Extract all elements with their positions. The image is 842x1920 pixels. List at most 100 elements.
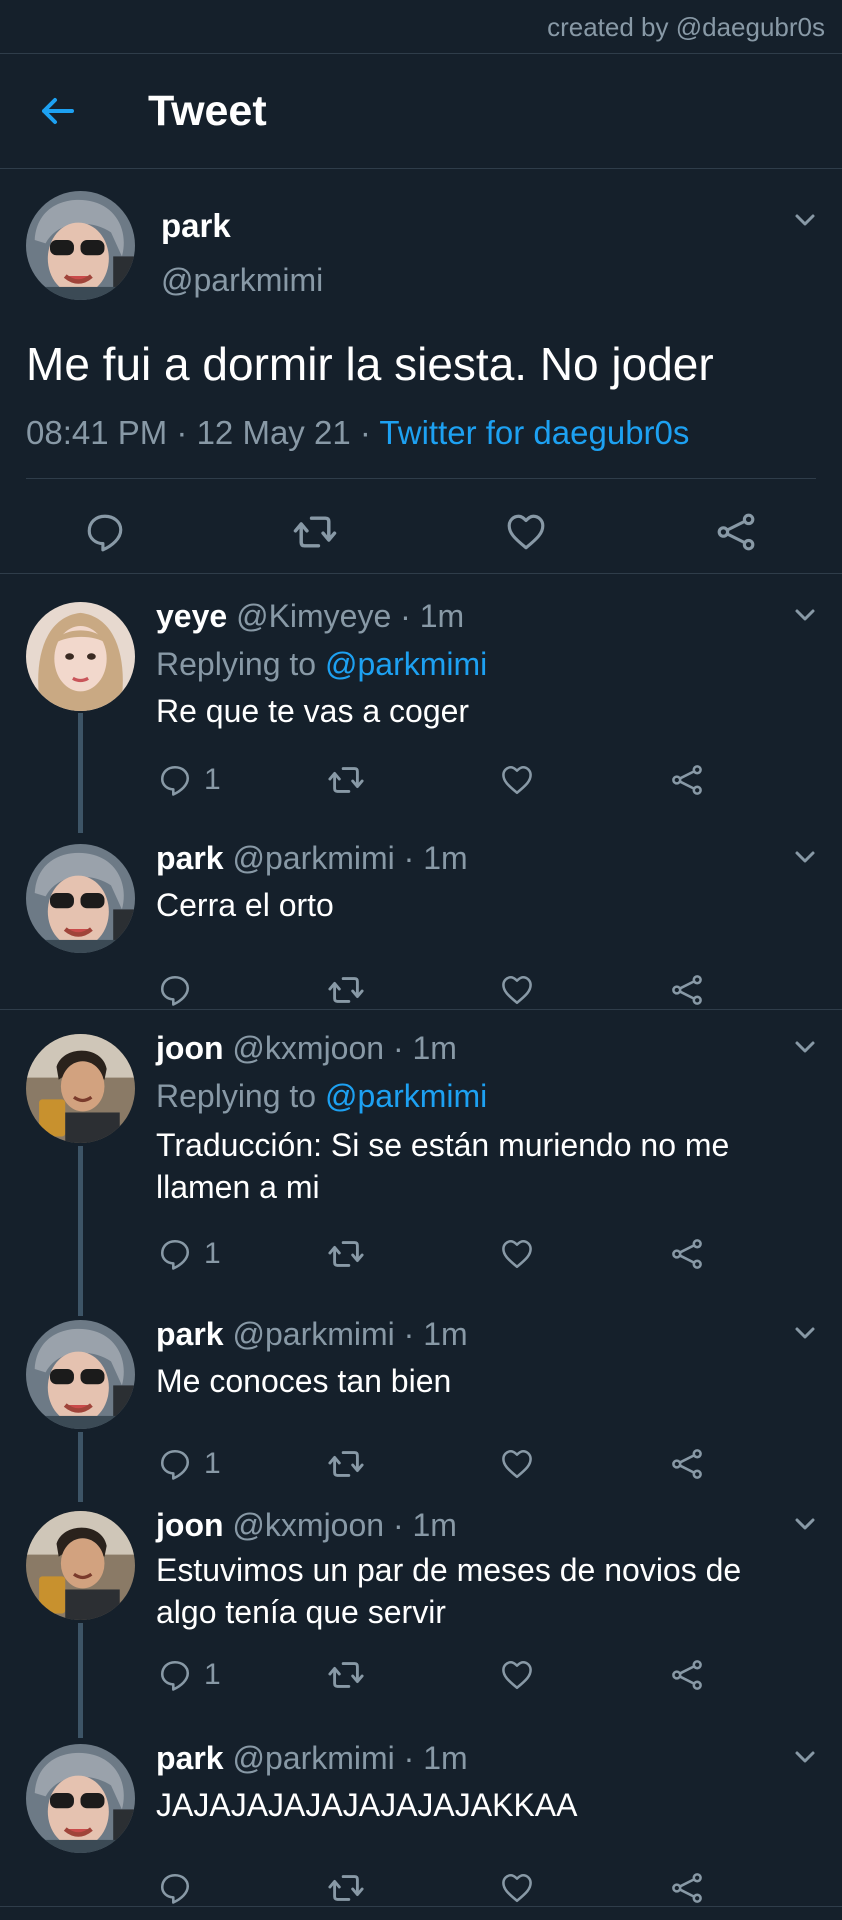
chevron-down-icon[interactable] (790, 1509, 820, 1539)
author-handle[interactable]: @parkmimi (161, 262, 323, 299)
reply-text: Traducción: Si se están muriendo no me l… (156, 1127, 730, 1205)
chevron-down-icon[interactable] (790, 842, 820, 872)
like-button[interactable] (500, 1442, 534, 1486)
author-name[interactable]: park (156, 1316, 224, 1352)
reply-button[interactable]: 1 (158, 1653, 221, 1697)
retweet-button[interactable] (327, 1232, 365, 1276)
reply-count: 1 (204, 1237, 221, 1270)
reply-header: yeye @Kimyeye · 1m (156, 598, 464, 635)
reply-actions: 1 (0, 1653, 842, 1697)
share-icon (670, 1447, 704, 1481)
reply-button[interactable]: 1 (158, 1232, 221, 1276)
credit-watermark: created by @daegubr0s (0, 0, 842, 54)
like-button[interactable] (500, 758, 534, 802)
reply-actions: 1 (0, 758, 842, 802)
author-name[interactable]: park (156, 840, 224, 876)
replying-to-link[interactable]: @parkmimi (325, 1078, 487, 1114)
author-handle[interactable]: @kxmjoon · 1m (232, 1507, 457, 1543)
share-button[interactable] (670, 968, 704, 1012)
like-icon (500, 1871, 534, 1905)
like-icon (500, 1658, 534, 1692)
avatar[interactable] (26, 191, 135, 300)
share-button[interactable] (703, 499, 769, 565)
share-icon (670, 1871, 704, 1905)
reply-button[interactable]: 1 (158, 1442, 221, 1486)
reply-header: joon @kxmjoon · 1m (156, 1507, 457, 1544)
avatar[interactable] (26, 602, 135, 711)
reply-icon (158, 1447, 192, 1481)
reply-text: Cerra el orto (156, 887, 334, 923)
share-button[interactable] (670, 758, 704, 802)
share-button[interactable] (670, 1866, 704, 1910)
like-button[interactable] (500, 1866, 534, 1910)
share-button[interactable] (670, 1232, 704, 1276)
retweet-button[interactable] (327, 1442, 365, 1486)
reply-button[interactable] (72, 499, 138, 565)
retweet-button[interactable] (282, 499, 348, 565)
page-title: Tweet (148, 86, 267, 135)
author-name[interactable]: yeye (156, 598, 227, 634)
avatar[interactable] (26, 1034, 135, 1143)
retweet-button[interactable] (327, 1653, 365, 1697)
retweet-button[interactable] (327, 1866, 365, 1910)
replying-to-link[interactable]: @parkmimi (325, 646, 487, 682)
thread-line (78, 1146, 83, 1316)
avatar[interactable] (26, 844, 135, 953)
like-icon (500, 973, 534, 1007)
author-handle[interactable]: @Kimyeye · 1m (236, 598, 464, 634)
author-name[interactable]: park (156, 1740, 224, 1776)
like-button[interactable] (500, 968, 534, 1012)
reply-icon (158, 973, 192, 1007)
chevron-down-icon[interactable] (790, 1318, 820, 1348)
like-icon (500, 763, 534, 797)
reply-actions: 1 (0, 1232, 842, 1276)
reply-button[interactable]: 1 (158, 758, 221, 802)
author-name[interactable]: joon (156, 1507, 224, 1543)
reply-count: 1 (204, 1447, 221, 1480)
reply-icon (158, 1658, 192, 1692)
reply-icon (158, 1237, 192, 1271)
author-name[interactable]: park (161, 207, 231, 245)
like-button[interactable] (500, 1232, 534, 1276)
author-handle[interactable]: @parkmimi · 1m (232, 840, 467, 876)
reply-text: Re que te vas a coger (156, 693, 470, 729)
like-icon (505, 511, 547, 553)
chevron-down-icon[interactable] (790, 205, 820, 235)
divider (0, 1009, 842, 1010)
reply-text: Estuvimos un par de meses de novios de a… (156, 1552, 742, 1630)
avatar[interactable] (26, 1320, 135, 1429)
author-name[interactable]: joon (156, 1030, 224, 1066)
reply-button[interactable] (158, 1866, 204, 1910)
share-button[interactable] (670, 1442, 704, 1486)
reply-header: park @parkmimi · 1m (156, 1316, 468, 1353)
chevron-down-icon[interactable] (790, 600, 820, 630)
reply-header: joon @kxmjoon · 1m (156, 1030, 457, 1067)
main-tweet: park @parkmimi Me fui a dormir la siesta… (0, 169, 842, 574)
chevron-down-icon[interactable] (790, 1742, 820, 1772)
reply-count: 1 (204, 1658, 221, 1691)
avatar[interactable] (26, 1511, 135, 1620)
replying-to: Replying to @parkmimi (156, 646, 487, 683)
share-icon (670, 763, 704, 797)
tweet-actions (0, 499, 842, 565)
tweet-source-link[interactable]: Twitter for daegubr0s (379, 414, 689, 451)
reply-icon (158, 763, 192, 797)
reply-button[interactable] (158, 968, 204, 1012)
avatar[interactable] (26, 1744, 135, 1853)
like-button[interactable] (500, 1653, 534, 1697)
author-handle[interactable]: @parkmimi · 1m (232, 1740, 467, 1776)
like-icon (500, 1447, 534, 1481)
share-button[interactable] (670, 1653, 704, 1697)
back-button[interactable] (0, 81, 116, 141)
chevron-down-icon[interactable] (790, 1032, 820, 1062)
author-handle[interactable]: @kxmjoon · 1m (232, 1030, 457, 1066)
reply-actions: 1 (0, 1442, 842, 1486)
retweet-button[interactable] (327, 758, 365, 802)
tweet-meta: 08:41 PM · 12 May 21 · Twitter for daegu… (26, 414, 689, 452)
author-handle[interactable]: @parkmimi · 1m (232, 1316, 467, 1352)
top-bar: Tweet (0, 54, 842, 169)
share-icon (670, 1658, 704, 1692)
like-button[interactable] (493, 499, 559, 565)
reply-header: park @parkmimi · 1m (156, 840, 468, 877)
retweet-button[interactable] (327, 968, 365, 1012)
